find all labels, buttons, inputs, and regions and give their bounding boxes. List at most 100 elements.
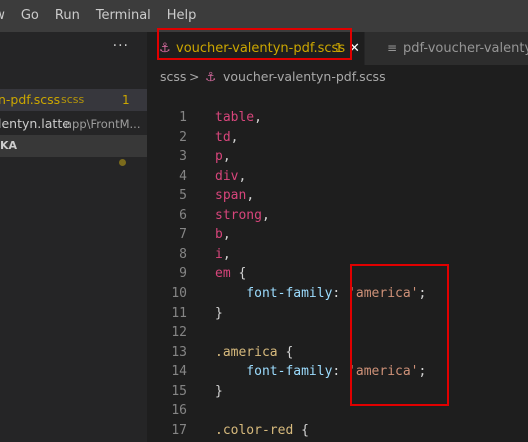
code-line[interactable]: 6 strong, bbox=[147, 206, 528, 226]
code-token: } bbox=[215, 305, 223, 321]
explorer-sidebar: ··· n-pdf.scss scss 1 lentyn.latte app\F… bbox=[0, 32, 147, 442]
code-token: } bbox=[215, 383, 223, 399]
code-line[interactable]: 4 div, bbox=[147, 167, 528, 187]
code-token: span bbox=[215, 188, 247, 204]
code-token: .america bbox=[215, 344, 278, 360]
annotation-box-strings bbox=[350, 264, 449, 406]
code-line[interactable]: 12 bbox=[147, 323, 528, 343]
code-line[interactable]: 1 table, bbox=[147, 108, 528, 128]
code-line[interactable]: 10 font-family: 'america'; bbox=[147, 284, 528, 304]
line-number: 14 bbox=[171, 364, 187, 380]
code-token: , bbox=[238, 168, 247, 184]
code-text: .color-red { bbox=[215, 421, 309, 441]
file-path: app\FrontM... bbox=[65, 117, 141, 131]
line-number: 2 bbox=[179, 129, 187, 145]
code-token: , bbox=[222, 227, 231, 243]
file-lines-icon: ≡ bbox=[387, 41, 398, 55]
line-number: 7 bbox=[179, 227, 187, 243]
code-text: td, bbox=[215, 128, 238, 148]
line-number: 1 bbox=[179, 110, 187, 125]
code-token: , bbox=[222, 149, 231, 165]
code-text: p, bbox=[215, 147, 231, 167]
sidebar-header: ··· bbox=[0, 32, 147, 65]
menu-terminal[interactable]: Terminal bbox=[88, 0, 159, 32]
breadcrumb-folder[interactable]: scss bbox=[160, 66, 186, 88]
code-token: em bbox=[215, 266, 231, 282]
code-text: table, bbox=[215, 108, 262, 128]
menu-run[interactable]: Run bbox=[47, 0, 88, 32]
code-text: } bbox=[215, 382, 223, 402]
code-token: : bbox=[332, 364, 349, 380]
code-text: .america { bbox=[215, 343, 293, 363]
file-folder: scss bbox=[61, 93, 85, 106]
code-token: { bbox=[277, 344, 294, 360]
code-token: .color-red bbox=[215, 422, 294, 438]
code-line[interactable]: 9 em { bbox=[147, 264, 528, 284]
section-label: KA bbox=[0, 139, 18, 152]
code-line[interactable]: 15} bbox=[147, 382, 528, 402]
line-number: 13 bbox=[171, 344, 187, 360]
code-line[interactable]: 17 .color-red { bbox=[147, 421, 528, 441]
line-number: 9 bbox=[179, 266, 187, 282]
file-name: n-pdf.scss bbox=[0, 92, 61, 107]
code-text: em { bbox=[215, 264, 246, 284]
line-number: 5 bbox=[179, 188, 187, 204]
code-token: { bbox=[230, 266, 247, 282]
file-name: lentyn.latte bbox=[0, 116, 70, 131]
code-line[interactable]: 11} bbox=[147, 304, 528, 324]
code-token: p bbox=[215, 149, 223, 165]
tab-pdf-voucher-valentyn[interactable]: ≡ pdf-voucher-valentyn bbox=[365, 32, 528, 65]
line-number: 10 bbox=[171, 285, 187, 301]
section-header[interactable]: KA bbox=[0, 135, 147, 157]
code-line[interactable]: 16 bbox=[147, 401, 528, 421]
code-token: td bbox=[215, 129, 231, 145]
code-line[interactable]: 5 span, bbox=[147, 186, 528, 206]
code-text: span, bbox=[215, 186, 254, 206]
code-token: font-family bbox=[215, 285, 333, 301]
line-number: 17 bbox=[171, 422, 187, 438]
code-line[interactable]: 3 p, bbox=[147, 147, 528, 167]
sass-icon: ⚓︎ bbox=[205, 69, 217, 84]
menu-view[interactable]: View bbox=[0, 0, 13, 32]
code-token: i bbox=[215, 246, 223, 262]
line-number: 6 bbox=[179, 207, 187, 223]
problem-count-badge: 1 bbox=[122, 93, 130, 107]
line-number: 16 bbox=[171, 403, 187, 419]
code-line[interactable]: 8 i, bbox=[147, 245, 528, 265]
line-number: 11 bbox=[171, 305, 187, 321]
editor-area: ⚓︎ voucher-valentyn-pdf.scss 1 ✕ ≡ pdf-v… bbox=[147, 28, 528, 442]
modified-dot-icon bbox=[119, 159, 126, 166]
code-token: table bbox=[215, 110, 255, 125]
line-number: 15 bbox=[171, 383, 187, 399]
code-token: , bbox=[222, 246, 231, 262]
menu-go[interactable]: Go bbox=[13, 0, 47, 32]
code-token: font-family bbox=[215, 364, 333, 380]
open-editor-item-latte[interactable]: lentyn.latte app\FrontM... bbox=[0, 113, 147, 135]
line-number: 12 bbox=[171, 325, 187, 341]
open-editor-item-scss[interactable]: n-pdf.scss scss 1 bbox=[0, 89, 147, 111]
line-number: 8 bbox=[179, 246, 187, 262]
tab-label: pdf-voucher-valentyn bbox=[403, 41, 528, 56]
line-number: 3 bbox=[179, 149, 187, 165]
code-line[interactable]: 7 b, bbox=[147, 225, 528, 245]
code-token: , bbox=[261, 207, 270, 223]
code-text: b, bbox=[215, 225, 231, 245]
code-line[interactable]: 13 .america { bbox=[147, 343, 528, 363]
code-token: div bbox=[215, 168, 239, 184]
tab-bar: ⚓︎ voucher-valentyn-pdf.scss 1 ✕ ≡ pdf-v… bbox=[147, 28, 528, 65]
annotation-box-tab bbox=[157, 28, 352, 60]
breadcrumb-file[interactable]: voucher-valentyn-pdf.scss bbox=[223, 66, 386, 88]
code-text: div, bbox=[215, 167, 246, 187]
code-line[interactable]: 2 td, bbox=[147, 128, 528, 148]
code-token: , bbox=[230, 129, 239, 145]
chevron-right-icon: > bbox=[189, 69, 200, 84]
code-line[interactable]: 14 font-family: 'america'; bbox=[147, 362, 528, 382]
code-token: strong bbox=[215, 207, 262, 223]
more-actions-icon[interactable]: ··· bbox=[113, 38, 129, 54]
breadcrumb: scss > ⚓︎ voucher-valentyn-pdf.scss bbox=[147, 66, 528, 88]
code-token: , bbox=[246, 188, 255, 204]
code-token: { bbox=[293, 422, 309, 438]
code-text: } bbox=[215, 304, 223, 324]
code-token: , bbox=[254, 110, 262, 125]
line-number: 4 bbox=[179, 168, 187, 184]
